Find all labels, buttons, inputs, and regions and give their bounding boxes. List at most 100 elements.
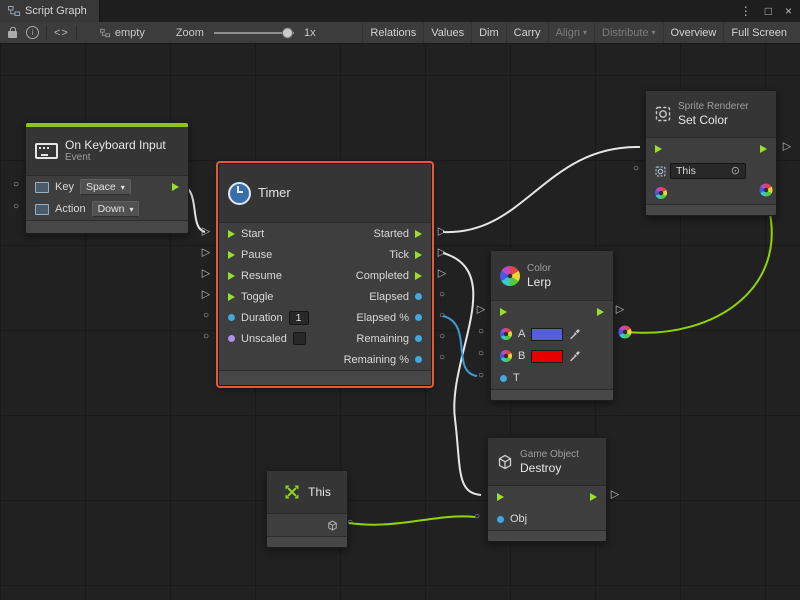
- destroy-flow-out-ext-port[interactable]: ▷: [611, 490, 619, 501]
- start-port[interactable]: [228, 230, 235, 238]
- obj-input-port[interactable]: [497, 516, 504, 523]
- dim-button[interactable]: Dim: [471, 22, 506, 43]
- node-header[interactable]: Color Lerp: [491, 251, 613, 301]
- setcolor-flow-out-ext-port[interactable]: ▷: [783, 142, 791, 153]
- info-icon[interactable]: i: [26, 26, 39, 39]
- completed-port[interactable]: [415, 272, 422, 280]
- code-brackets-icon[interactable]: <>: [54, 27, 69, 39]
- eyedropper-icon[interactable]: [569, 350, 581, 362]
- node-header[interactable]: Game Object Destroy: [488, 438, 606, 486]
- unscaled-port[interactable]: [228, 335, 235, 342]
- duration-input[interactable]: 1: [289, 311, 309, 325]
- destroy-obj-ext-port[interactable]: ○: [474, 512, 480, 522]
- wire-this-to-obj[interactable]: [349, 516, 475, 524]
- node-this[interactable]: This: [266, 470, 348, 548]
- color-input-port[interactable]: [655, 187, 667, 199]
- timer-resume-ext-port[interactable]: ▷: [202, 269, 210, 280]
- node-header[interactable]: Timer: [219, 164, 431, 223]
- timer-elapsed-ext-port[interactable]: ○: [439, 290, 445, 300]
- node-header[interactable]: Sprite Renderer Set Color: [646, 91, 776, 138]
- lerp-result-ext-port[interactable]: [619, 326, 632, 339]
- wire-started-to-setcolor[interactable]: [443, 147, 640, 232]
- node-color-lerp[interactable]: Color Lerp A B T: [490, 250, 614, 401]
- key-dropdown-value: Space: [86, 181, 116, 193]
- remaining-port[interactable]: [415, 335, 422, 342]
- timer-remaining-ext-port[interactable]: ○: [439, 332, 445, 342]
- action-dropdown[interactable]: Down ▾: [92, 201, 140, 217]
- node-footer: [219, 370, 431, 385]
- values-button[interactable]: Values: [423, 22, 471, 43]
- overview-button[interactable]: Overview: [663, 22, 724, 43]
- flow-in-port[interactable]: [497, 493, 504, 501]
- button-label: Carry: [514, 27, 541, 39]
- flow-out-port[interactable]: [597, 308, 604, 316]
- lerp-flow-out-ext-port[interactable]: ▷: [616, 305, 624, 316]
- setcolor-color-ext-port[interactable]: [760, 184, 773, 197]
- window-menu-icon[interactable]: ⋮: [740, 5, 752, 17]
- eyedropper-icon[interactable]: [569, 328, 581, 340]
- resume-port[interactable]: [228, 272, 235, 280]
- node-timer[interactable]: Timer StartStarted PauseTick ResumeCompl…: [218, 163, 432, 386]
- timer-remaining-pct-ext-port[interactable]: ○: [439, 353, 445, 363]
- node-destroy[interactable]: Game Object Destroy Obj: [487, 437, 607, 542]
- lerp-b-ext-port[interactable]: ○: [478, 349, 484, 359]
- align-button[interactable]: Align▾: [548, 22, 594, 43]
- graph-breadcrumb[interactable]: empty: [100, 27, 145, 39]
- timer-toggle-ext-port[interactable]: ▷: [202, 290, 210, 301]
- setcolor-this-ext-port[interactable]: ○: [633, 164, 639, 174]
- this-target-field[interactable]: This ⊙: [670, 163, 746, 179]
- timer-start-ext-port[interactable]: ▷: [202, 227, 210, 238]
- flow-out-port[interactable]: [590, 493, 597, 501]
- keyboard-key-port[interactable]: ○: [13, 180, 19, 190]
- node-on-keyboard-input[interactable]: On Keyboard Input Event Key Space ▾ Acti…: [25, 122, 189, 234]
- timer-pause-ext-port[interactable]: ▷: [202, 248, 210, 259]
- node-set-color[interactable]: Sprite Renderer Set Color This ⊙: [645, 90, 777, 216]
- timer-tick-ext-port[interactable]: ▷: [438, 248, 446, 259]
- trigger-out-port[interactable]: [172, 183, 179, 191]
- a-input-port[interactable]: [500, 328, 512, 340]
- zoom-slider[interactable]: [214, 32, 294, 34]
- timer-elapsed-pct-ext-port[interactable]: ○: [439, 311, 445, 321]
- toggle-port[interactable]: [228, 293, 235, 301]
- chevron-down-icon: ▾: [583, 28, 587, 37]
- t-input-port[interactable]: [500, 375, 507, 382]
- b-input-port[interactable]: [500, 350, 512, 362]
- unscaled-checkbox[interactable]: [293, 332, 306, 345]
- relations-button[interactable]: Relations: [362, 22, 423, 43]
- elapsed-pct-port[interactable]: [415, 314, 422, 321]
- tab-script-graph[interactable]: Script Graph: [0, 0, 100, 22]
- zoom-slider-handle[interactable]: [282, 27, 293, 38]
- lerp-a-ext-port[interactable]: ○: [478, 327, 484, 337]
- key-dropdown[interactable]: Space ▾: [80, 179, 131, 195]
- this-output-ext-port[interactable]: ○: [347, 518, 353, 528]
- flow-in-port[interactable]: [655, 145, 662, 153]
- started-port[interactable]: [415, 230, 422, 238]
- carry-button[interactable]: Carry: [506, 22, 548, 43]
- lock-icon[interactable]: [8, 31, 17, 38]
- timer-started-ext-port[interactable]: ▷: [438, 227, 446, 238]
- close-icon[interactable]: ×: [785, 5, 792, 17]
- pause-port[interactable]: [228, 251, 235, 259]
- flow-in-port[interactable]: [500, 308, 507, 316]
- fullscreen-button[interactable]: Full Screen: [723, 22, 794, 43]
- timer-duration-ext-port[interactable]: ○: [203, 311, 209, 321]
- remaining-pct-port[interactable]: [415, 356, 422, 363]
- lerp-flow-in-ext-port[interactable]: ▷: [477, 305, 485, 316]
- b-color-swatch[interactable]: [531, 350, 563, 363]
- maximize-icon[interactable]: □: [765, 5, 772, 17]
- wire-tick-to-destroy[interactable]: [443, 253, 481, 495]
- node-header[interactable]: On Keyboard Input Event: [26, 127, 188, 176]
- graph-canvas[interactable]: On Keyboard Input Event Key Space ▾ Acti…: [0, 44, 800, 600]
- keyboard-action-port[interactable]: ○: [13, 202, 19, 212]
- timer-completed-ext-port[interactable]: ▷: [438, 269, 446, 280]
- distribute-button[interactable]: Distribute▾: [594, 22, 662, 43]
- node-header[interactable]: This: [267, 471, 347, 514]
- timer-unscaled-ext-port[interactable]: ○: [203, 332, 209, 342]
- a-color-swatch[interactable]: [531, 328, 563, 341]
- duration-port[interactable]: [228, 314, 235, 321]
- elapsed-port[interactable]: [415, 293, 422, 300]
- flow-out-port[interactable]: [760, 145, 767, 153]
- tick-port[interactable]: [415, 251, 422, 259]
- lerp-t-ext-port[interactable]: ○: [478, 371, 484, 381]
- game-object-mini-icon[interactable]: [327, 520, 338, 531]
